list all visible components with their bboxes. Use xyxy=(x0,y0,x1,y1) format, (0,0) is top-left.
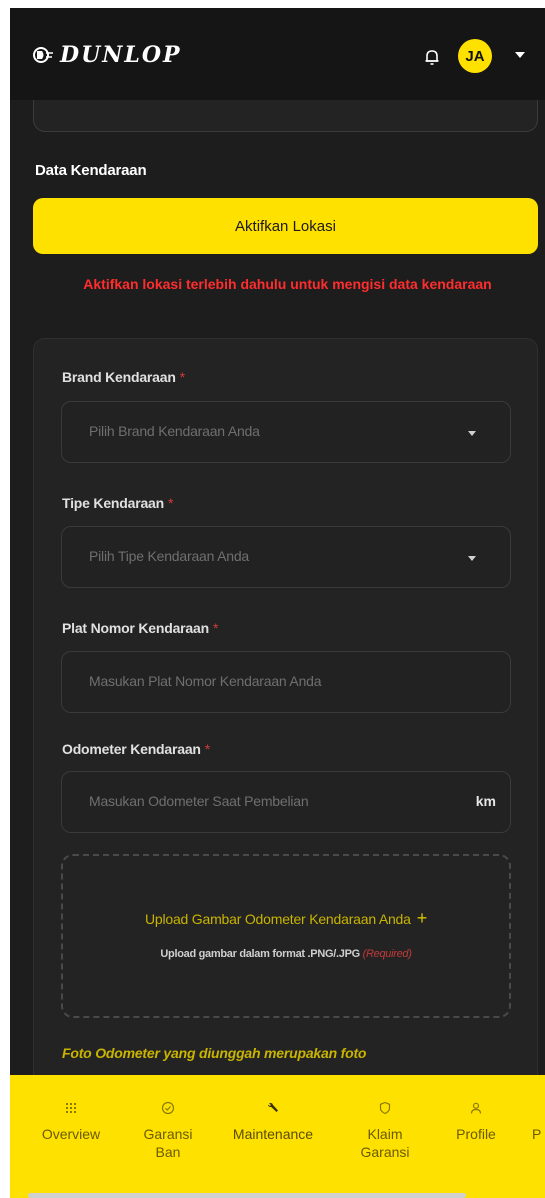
wrench-icon xyxy=(268,1103,278,1112)
plate-input[interactable]: Masukan Plat Nomor Kendaraan Anda xyxy=(61,651,511,713)
bottom-navigation: Overview Garansi Ban Maintenance Klaim G… xyxy=(10,1075,545,1198)
brand-label-text: Brand Kendaraan xyxy=(62,369,176,385)
plus-icon: + xyxy=(416,908,428,928)
top-navbar: DUNLOP JA xyxy=(10,8,545,100)
blank-icon-slot xyxy=(532,1101,545,1115)
type-label: Tipe Kendaraan * xyxy=(62,495,173,511)
check-circle-icon xyxy=(161,1101,175,1115)
location-warning: Aktifkan lokasi terlebih dahulu untuk me… xyxy=(83,276,492,292)
plate-label-text: Plat Nomor Kendaraan xyxy=(62,620,209,636)
upload-required-note: (Required) xyxy=(362,948,412,960)
odometer-placeholder: Masukan Odometer Saat Pembelian xyxy=(89,793,309,809)
type-select[interactable]: Pilih Tipe Kendaraan Anda xyxy=(61,526,511,588)
chevron-down-icon xyxy=(468,431,476,436)
vehicle-form-card: Brand Kendaraan * Pilih Brand Kendaraan A… xyxy=(33,338,538,1075)
nav-label-line-2: Ban xyxy=(155,1144,181,1160)
brand-select[interactable]: Pilih Brand Kendaraan Anda xyxy=(61,401,511,463)
user-icon xyxy=(470,1102,482,1114)
nav-label: Overview xyxy=(41,1126,101,1142)
nav-item-garansi-ban[interactable]: Garansi Ban xyxy=(130,1101,206,1161)
brand-label: Brand Kendaraan * xyxy=(62,369,185,385)
nav-item-overview[interactable]: Overview xyxy=(32,1101,110,1143)
required-marker: * xyxy=(204,741,211,757)
nav-label: Maintenance xyxy=(232,1126,314,1142)
activate-location-button[interactable]: Aktifkan Lokasi xyxy=(33,198,538,254)
account-chevron-down-icon[interactable] xyxy=(515,52,525,58)
odometer-unit: km xyxy=(475,793,496,809)
horizontal-scrollbar[interactable] xyxy=(28,1193,466,1198)
upload-format-hint: Upload gambar dalam format .PNG/.JPG (Re… xyxy=(63,948,509,960)
type-placeholder: Pilih Tipe Kendaraan Anda xyxy=(89,548,250,564)
logo-text: DUNLOP xyxy=(60,42,182,68)
nav-item-maintenance[interactable]: Maintenance xyxy=(214,1101,332,1143)
nav-label-line-1: Klaim xyxy=(367,1126,403,1142)
plate-label: Plat Nomor Kendaraan * xyxy=(62,620,218,636)
nav-item-klaim-garansi[interactable]: Klaim Garansi xyxy=(350,1101,420,1161)
upload-format-text: Upload gambar dalam format .PNG/.JPG xyxy=(160,948,360,960)
main-content[interactable]: Data Kendaraan Aktifkan Lokasi Aktifkan … xyxy=(10,100,545,1075)
dunlop-flying-d-icon xyxy=(33,47,53,63)
odometer-photo-note: Foto Odometer yang diunggah merupakan fo… xyxy=(62,1045,367,1061)
plate-placeholder: Masukan Plat Nomor Kendaraan Anda xyxy=(89,673,322,689)
app-screen: DUNLOP JA Data Kendaraan Aktifkan Lokasi… xyxy=(10,8,545,1198)
odometer-upload-dropzone[interactable]: Upload Gambar Odometer Kendaraan Anda + U… xyxy=(61,854,511,1018)
section-title: Data Kendaraan xyxy=(35,162,147,179)
dunlop-logo[interactable]: DUNLOP xyxy=(32,42,182,68)
nav-item-cut-off[interactable]: P xyxy=(532,1101,545,1143)
brand-placeholder: Pilih Brand Kendaraan Anda xyxy=(89,423,260,439)
odometer-input[interactable]: Masukan Odometer Saat Pembelian km xyxy=(61,771,511,833)
required-marker: * xyxy=(179,369,185,385)
required-marker: * xyxy=(212,620,219,636)
type-label-text: Tipe Kendaraan xyxy=(62,495,164,511)
nav-item-profile[interactable]: Profile xyxy=(444,1101,508,1143)
avatar[interactable]: JA xyxy=(458,39,492,73)
required-marker: * xyxy=(167,495,174,511)
upload-title[interactable]: Upload Gambar Odometer Kendaraan Anda + xyxy=(63,908,509,929)
nav-label: Profile xyxy=(456,1126,496,1142)
chevron-down-icon xyxy=(468,556,476,561)
upload-title-text: Upload Gambar Odometer Kendaraan Anda xyxy=(144,911,411,927)
previous-field-card xyxy=(33,100,538,132)
bell-icon[interactable] xyxy=(424,48,440,66)
grid-icon xyxy=(66,1103,76,1113)
odometer-label-text: Odometer Kendaraan xyxy=(62,741,201,757)
nav-label-line-2: Garansi xyxy=(360,1144,410,1160)
shield-icon xyxy=(379,1101,391,1115)
odometer-label: Odometer Kendaraan * xyxy=(62,741,210,757)
nav-label: P xyxy=(532,1126,542,1142)
nav-label-line-1: Garansi xyxy=(143,1126,193,1142)
